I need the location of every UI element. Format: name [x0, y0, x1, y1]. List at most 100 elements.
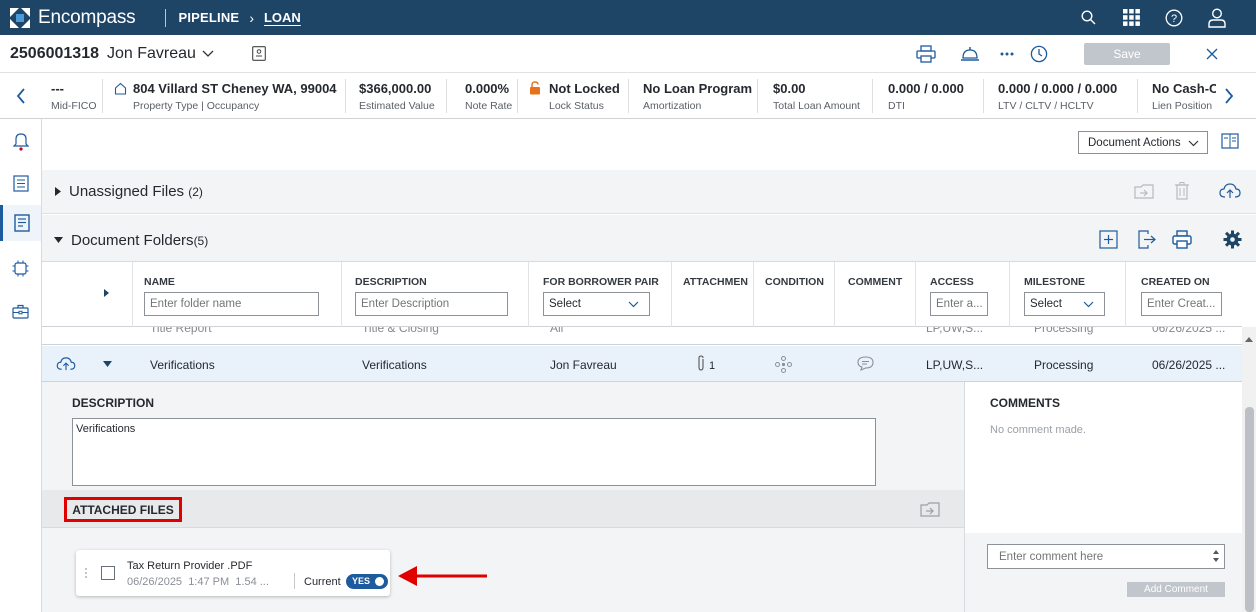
info-divider [345, 79, 346, 113]
save-button[interactable]: Save [1084, 43, 1170, 65]
info-divider [872, 79, 873, 113]
info-divider [102, 79, 103, 113]
scroll-up-icon[interactable] [1245, 337, 1253, 342]
caret-right-icon[interactable] [55, 187, 61, 196]
breadcrumb-pipeline[interactable]: PIPELINE [178, 10, 239, 25]
chevron-right-icon[interactable] [1224, 88, 1234, 104]
caret-down-icon[interactable] [54, 237, 63, 243]
sidebar-item-services[interactable] [0, 250, 41, 286]
access-filter-input[interactable] [930, 292, 988, 316]
sidebar-item-tools[interactable] [0, 293, 41, 329]
name-filter-input[interactable] [144, 292, 319, 316]
comments-panel: COMMENTS No comment made. Add Comment [964, 382, 1243, 612]
scrollbar-thumb[interactable] [1245, 407, 1254, 612]
move-to-folder-icon[interactable] [920, 501, 940, 518]
row-borrower-pair: Jon Favreau [550, 358, 617, 372]
current-toggle[interactable]: YES [346, 574, 388, 589]
add-comment-button[interactable]: Add Comment [1127, 582, 1225, 597]
sidebar-item-forms[interactable] [0, 165, 41, 201]
milestone-select[interactable]: Select [1024, 292, 1105, 316]
comment-bubble-icon[interactable] [857, 356, 874, 371]
vertical-scrollbar[interactable] [1242, 327, 1256, 612]
borrower-pair-select[interactable]: Select [543, 292, 650, 316]
condition-network-icon[interactable] [775, 356, 792, 373]
col-header-borrower-pair[interactable]: FOR BORROWER PAIR [543, 276, 659, 288]
split-view-icon[interactable] [1221, 133, 1239, 149]
apps-grid-icon[interactable] [1122, 9, 1140, 27]
table-row[interactable]: Title Report Title & Closing All LP,UW,S… [42, 327, 1242, 345]
document-actions-dropdown[interactable]: Document Actions [1078, 131, 1208, 154]
trash-icon[interactable] [1174, 181, 1190, 200]
list-document-icon [12, 174, 29, 192]
col-header-attachments[interactable]: ATTACHMEN [683, 276, 751, 288]
loan-summary-bar: --- Mid-FICO 804 Villard ST Cheney WA, 9… [0, 73, 1256, 119]
header-icons: ? [1054, 0, 1256, 35]
clock-icon[interactable] [1030, 45, 1048, 63]
header-divider [165, 8, 167, 27]
service-bell-icon[interactable] [960, 45, 980, 63]
info-lien-position: No Cash-Ou Lien Position [1152, 81, 1216, 112]
loan-header: 2506001318 Jon Favreau Save [0, 35, 1256, 73]
folder-detail-panel: DESCRIPTION Verifications ATTACHED FILES… [42, 382, 1243, 612]
unassigned-files-section[interactable]: Unassigned Files (2) [42, 170, 1256, 214]
col-header-name[interactable]: NAME [144, 276, 175, 288]
more-options-icon[interactable] [1000, 51, 1014, 57]
info-property[interactable]: 804 Villard ST Cheney WA, 99004 Property… [133, 81, 337, 112]
row-access: LP,UW,S... [926, 358, 984, 372]
attached-files-label: ATTACHED FILES [64, 497, 182, 522]
sidebar-item-efolder[interactable] [0, 205, 41, 241]
comment-input[interactable] [987, 544, 1225, 569]
caret-right-icon[interactable] [104, 289, 109, 297]
file-select-checkbox[interactable] [101, 566, 115, 580]
no-comment-text: No comment made. [990, 424, 1086, 436]
caret-down-icon[interactable] [103, 361, 112, 367]
info-lock-status: Not Locked Lock Status [549, 81, 620, 112]
close-icon[interactable] [1206, 48, 1218, 60]
file-name[interactable]: Tax Return Provider .PDF [127, 560, 252, 572]
move-to-folder-icon[interactable] [1134, 183, 1154, 200]
info-ltv: 0.000 / 0.000 / 0.000 LTV / CLTV / HCLTV [998, 81, 1118, 112]
encompass-logo[interactable]: Encompass [10, 6, 136, 29]
table-row-selected[interactable]: Verifications Verifications Jon Favreau … [42, 346, 1242, 382]
attached-file-card[interactable]: Tax Return Provider .PDF 06/26/2025 1:47… [76, 550, 390, 596]
info-note-rate: 0.000% Note Rate [465, 81, 513, 112]
description-textarea[interactable]: Verifications [72, 418, 876, 486]
svg-text:?: ? [1171, 13, 1177, 25]
col-header-created-on[interactable]: CREATED ON [1141, 276, 1210, 288]
chevron-down-icon[interactable] [202, 50, 214, 58]
print-icon[interactable] [916, 45, 936, 63]
breadcrumb-loan[interactable]: LOAN [264, 10, 301, 25]
file-meta: 06/26/2025 1:47 PM 1.54 ... [127, 576, 269, 588]
sidebar-item-alerts[interactable] [0, 123, 41, 159]
help-icon[interactable]: ? [1165, 9, 1183, 27]
contact-card-icon[interactable] [252, 46, 266, 61]
document-folders-section[interactable]: Document Folders(5) [42, 215, 1256, 262]
col-header-condition[interactable]: CONDITION [765, 276, 824, 288]
chevron-left-icon[interactable] [16, 88, 26, 104]
col-header-description[interactable]: DESCRIPTION [355, 276, 427, 288]
drag-handle-icon[interactable] [84, 567, 88, 579]
spinner-arrows-icon[interactable] [1212, 549, 1220, 563]
borrower-name[interactable]: Jon Favreau [107, 45, 196, 63]
paperclip-icon[interactable] [696, 355, 706, 372]
print-icon[interactable] [1172, 230, 1192, 249]
cloud-upload-icon[interactable] [56, 357, 76, 371]
created-on-filter-input[interactable] [1141, 292, 1222, 316]
loan-toolbar: Save [916, 35, 1256, 73]
description-label: DESCRIPTION [72, 396, 155, 410]
export-icon[interactable] [1138, 230, 1156, 249]
user-profile-icon[interactable] [1208, 7, 1226, 28]
description-filter-input[interactable] [355, 292, 508, 316]
col-header-milestone[interactable]: MILESTONE [1024, 276, 1085, 288]
settings-gear-icon[interactable] [1223, 230, 1242, 249]
cloud-upload-icon[interactable] [1219, 183, 1241, 199]
col-header-access[interactable]: ACCESS [930, 276, 974, 288]
row-attachment-count: 1 [709, 360, 716, 372]
info-dti: 0.000 / 0.000 DTI [888, 81, 964, 112]
add-folder-icon[interactable] [1099, 230, 1118, 249]
info-divider [628, 79, 629, 113]
info-divider [757, 79, 758, 113]
app-title: Encompass [38, 6, 136, 28]
col-header-comment[interactable]: COMMENT [848, 276, 902, 288]
search-icon[interactable] [1079, 9, 1097, 27]
